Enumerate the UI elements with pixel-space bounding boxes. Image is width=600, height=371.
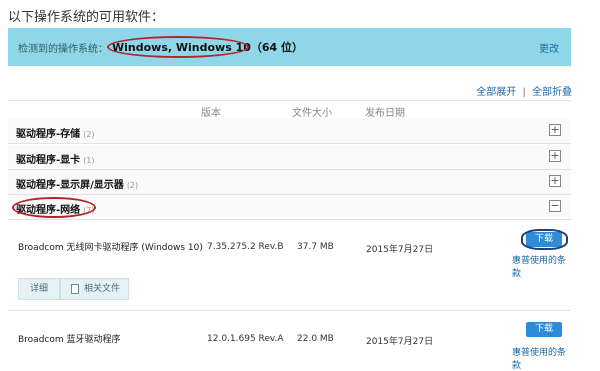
category-title: 驱动程序-显卡 (1): [16, 151, 95, 166]
category-graphics[interactable]: 驱动程序-显卡 (1) +: [8, 145, 571, 170]
category-network[interactable]: 驱动程序-网络 (7) −: [8, 195, 571, 220]
document-icon: [71, 284, 79, 294]
category-title: 驱动程序-存储 (2): [16, 125, 95, 140]
toolbar-separator: |: [522, 87, 526, 98]
item-version: 7.35.275.2 Rev.B: [207, 242, 284, 252]
item-name: Broadcom 蓝牙驱动程序: [18, 335, 121, 345]
expand-all-link[interactable]: 全部展开: [476, 87, 516, 98]
download-annotation-circle: [521, 229, 568, 250]
category-storage[interactable]: 驱动程序-存储 (2) +: [8, 119, 571, 144]
col-version: 版本: [201, 108, 221, 119]
tab-related-files-label: 相关文件: [83, 284, 120, 294]
item-date: 2015年7月27日: [366, 337, 434, 347]
column-header: 版本 文件大小 发布日期: [8, 100, 571, 120]
tab-related-files[interactable]: 相关文件: [60, 278, 129, 300]
category-display[interactable]: 驱动程序-显示屏/显示器 (2) +: [8, 170, 571, 195]
item-size: 37.7 MB: [297, 242, 334, 252]
expand-toggle[interactable]: +: [549, 175, 561, 187]
item-date: 2015年7月27日: [366, 245, 434, 255]
network-annotation-circle: [12, 197, 96, 218]
item-version: 12.0.1.695 Rev.A: [207, 334, 284, 344]
collapse-toggle[interactable]: −: [549, 200, 561, 212]
category-label: 驱动程序-显示屏/显示器: [16, 180, 124, 191]
list-item: Broadcom 蓝牙驱动程序 12.0.1.695 Rev.A 22.0 MB…: [8, 320, 571, 371]
os-annotation-circle: [107, 36, 249, 58]
category-label: 驱动程序-存储: [16, 129, 81, 140]
category-label: 驱动程序-显卡: [16, 155, 81, 166]
category-title: 驱动程序-显示屏/显示器 (2): [16, 176, 138, 191]
tab-details[interactable]: 详细: [18, 278, 60, 300]
category-count: (2): [126, 181, 139, 190]
col-size: 文件大小: [292, 108, 332, 119]
os-banner: 检测到的操作系统： Windows, Windows 10（64 位） 更改: [8, 28, 571, 66]
col-date: 发布日期: [365, 108, 405, 119]
expand-toggle[interactable]: +: [549, 150, 561, 162]
terms-link[interactable]: 惠普使用的条款: [512, 253, 571, 279]
change-os-link[interactable]: 更改: [539, 40, 559, 55]
category-count: (1): [83, 156, 95, 165]
category-count: (2): [83, 130, 95, 139]
item-name: Broadcom 无线网卡驱动程序 (Windows 10): [18, 243, 203, 253]
collapse-all-link[interactable]: 全部折叠: [532, 87, 572, 98]
list-item: Broadcom 无线网卡驱动程序 (Windows 10) 7.35.275.…: [8, 229, 571, 279]
terms-link[interactable]: 惠普使用的条款: [512, 345, 571, 371]
os-label: 检测到的操作系统：: [18, 44, 108, 55]
expand-collapse-toolbar: 全部展开 | 全部折叠: [476, 83, 572, 98]
download-button[interactable]: 下载: [526, 322, 562, 337]
page-heading: 以下操作系统的可用软件：: [8, 10, 165, 25]
divider: [8, 310, 571, 311]
item-size: 22.0 MB: [297, 334, 334, 344]
expand-toggle[interactable]: +: [549, 124, 561, 136]
